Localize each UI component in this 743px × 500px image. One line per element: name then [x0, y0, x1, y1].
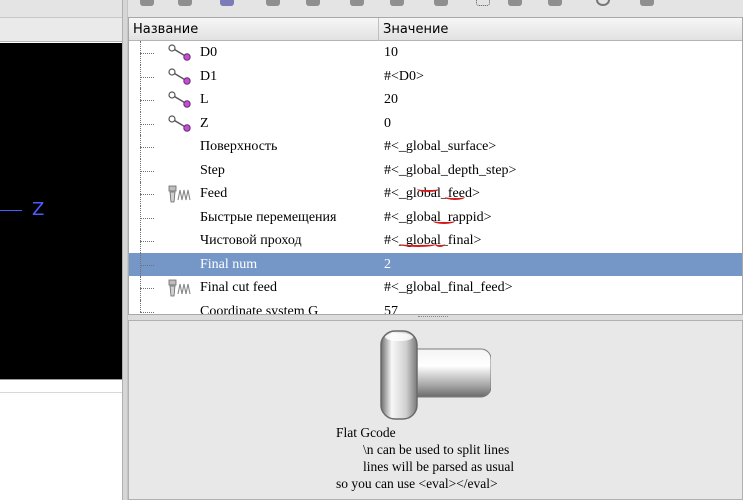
dimension-icon: [167, 114, 193, 134]
feed-icon: [167, 184, 193, 204]
feed-icon: [167, 278, 193, 298]
row-label: Final num: [200, 256, 258, 272]
tree-rows: D0 10 D1 #<D0> L 20 Z 0 Поверхность #<_global_sur…: [129, 41, 742, 315]
dimension-icon: [167, 67, 193, 87]
toolbar-button-icon[interactable]: [178, 0, 192, 6]
left-bottom-panel: [0, 379, 122, 500]
tool-preview-panel: Flat Gcode \n can be used to split lines…: [128, 320, 743, 500]
toolbar-button-icon[interactable]: [508, 0, 522, 6]
tree-row[interactable]: Поверхность #<_global_surface>: [129, 135, 742, 159]
gcode-preview-canvas[interactable]: Z: [0, 43, 122, 379]
toolbar-button-icon[interactable]: [434, 0, 448, 6]
row-label: Z: [200, 115, 209, 131]
row-value[interactable]: 10: [384, 41, 398, 65]
tree-row[interactable]: Step #<_global_depth_step>: [129, 158, 742, 183]
tree-guide-line: [140, 194, 154, 195]
tree-guide-line: [140, 241, 154, 242]
row-value[interactable]: 0: [384, 112, 391, 136]
tree-row[interactable]: D1 #<D0>: [129, 64, 742, 89]
row-label: Feed: [200, 186, 228, 201]
right-pane: Название Значение D0 10 D1 #<D0> L 20 Z 0 Поверх…: [128, 0, 743, 500]
toolbar-button-icon[interactable]: [390, 0, 404, 6]
tree-row[interactable]: Чистовой проход #<_global_final>: [129, 229, 742, 253]
row-label: Поверхность: [200, 139, 278, 154]
row-label: D0: [200, 45, 218, 60]
row-value[interactable]: #<D0>: [384, 65, 424, 89]
row-label: Чистовой проход: [200, 233, 302, 248]
row-value[interactable]: 20: [384, 88, 398, 112]
row-value[interactable]: #<_global_surface>: [384, 135, 496, 159]
toolbar-button-icon[interactable]: [140, 0, 154, 6]
parameters-tree[interactable]: Название Значение D0 10 D1 #<D0> L 20 Z 0 Поверх…: [128, 17, 743, 315]
tree-row[interactable]: Быстрые перемещения #<_global_rappid>: [129, 205, 742, 229]
row-value[interactable]: #<_global_final_feed>: [384, 276, 513, 300]
tree-guide-line: [140, 264, 154, 266]
left-toolbar: [0, 0, 122, 18]
tree-row[interactable]: Coordinate system G 57: [129, 299, 742, 315]
tree-guide-line: [140, 288, 154, 289]
toolbar-button-icon[interactable]: [306, 0, 320, 6]
tree-row[interactable]: L 20: [129, 88, 742, 112]
row-label: Coordinate system G: [200, 303, 319, 315]
annotation-mark: [417, 186, 439, 192]
toolbar-button-icon[interactable]: [350, 0, 364, 6]
left-tabbar: [0, 18, 122, 42]
annotation-mark: [399, 241, 437, 247]
row-value[interactable]: 2: [384, 253, 391, 277]
annotation-mark: [435, 241, 445, 247]
z-axis-line: [0, 210, 22, 211]
toolbar-button-icon[interactable]: [596, 0, 610, 6]
z-axis-label: Z: [32, 199, 45, 220]
toolbar-button-icon[interactable]: [548, 0, 562, 6]
tree-row[interactable]: Z0: [129, 111, 742, 136]
tree-guide-line: [140, 217, 154, 219]
row-label: L: [200, 92, 209, 107]
tree-header: Название Значение: [129, 18, 742, 41]
tree-row[interactable]: Feed #<_global_feed>: [129, 182, 742, 206]
tool-description: Flat Gcode \n can be used to split lines…: [336, 425, 515, 491]
toolbar-button-icon[interactable]: [640, 0, 654, 6]
toolbar: [128, 0, 743, 17]
tree-guide-line: [140, 147, 154, 148]
left-pane: Z: [0, 0, 122, 500]
tree-guide-line: [140, 100, 154, 101]
tree-guide-line: [140, 76, 154, 78]
tree-row[interactable]: Final num 2: [129, 252, 742, 277]
dimension-icon: [167, 43, 193, 63]
tree-guide-line: [140, 170, 154, 172]
tree-guide-line: [140, 299, 141, 312]
toolbar-button-icon[interactable]: [476, 0, 490, 6]
annotation-mark: [433, 218, 455, 224]
tree-guide-line: [140, 123, 154, 125]
column-header-name[interactable]: Название: [129, 18, 379, 41]
annotation-mark: [445, 194, 465, 200]
row-value[interactable]: #<_global_depth_step>: [384, 159, 516, 183]
row-label: D1: [200, 68, 218, 84]
row-label: Step: [200, 162, 225, 178]
dimension-icon: [167, 90, 193, 110]
row-value[interactable]: 57: [384, 300, 398, 315]
toolbar-button-icon[interactable]: [266, 0, 280, 6]
row-label: Быстрые перемещения: [200, 209, 337, 225]
column-header-value[interactable]: Значение: [379, 18, 742, 41]
tree-guide-line: [140, 311, 154, 313]
toolbar-button-icon[interactable]: [220, 0, 234, 6]
flat-cutter-icon: [380, 330, 491, 420]
tree-row[interactable]: D0 10: [129, 41, 742, 65]
row-label: Final cut feed: [200, 280, 277, 295]
tree-row[interactable]: Final cut feed #<_global_final_feed>: [129, 276, 742, 300]
tree-guide-line: [140, 53, 154, 54]
